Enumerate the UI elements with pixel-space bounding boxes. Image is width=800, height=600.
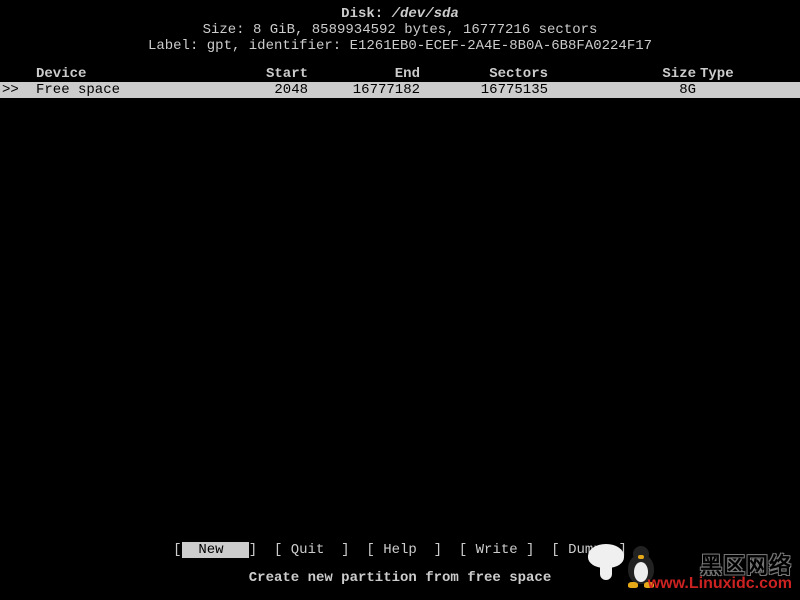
- col-header-type: Type: [696, 66, 744, 82]
- disk-label-line: Label: gpt, identifier: E1261EB0-ECEF-2A…: [0, 38, 800, 54]
- col-header-end: End: [308, 66, 420, 82]
- menu-dump-label: Dump: [560, 542, 619, 558]
- menu-quit[interactable]: [ Quit ]: [274, 542, 350, 558]
- menu-new[interactable]: [ New ]: [173, 542, 257, 558]
- action-menu: [ New ] [ Quit ] [ Help ] [ Write ] [ Du…: [0, 542, 800, 558]
- status-line: Create new partition from free space: [0, 570, 800, 586]
- disk-size-line: Size: 8 GiB, 8589934592 bytes, 16777216 …: [0, 22, 800, 38]
- row-cells: Free space 2048 16777182 16775135 8G: [20, 82, 744, 98]
- menu-new-label: New: [182, 542, 249, 558]
- menu-help[interactable]: [ Help ]: [366, 542, 442, 558]
- cell-end: 16777182: [308, 82, 420, 98]
- cell-start: 2048: [188, 82, 308, 98]
- col-header-sectors: Sectors: [420, 66, 548, 82]
- partition-table-header: Device Start End Sectors Size Type: [0, 66, 800, 82]
- table-row[interactable]: >> Free space 2048 16777182 16775135 8G: [0, 82, 800, 98]
- cell-size: 8G: [548, 82, 696, 98]
- cell-type: [696, 82, 744, 98]
- cell-sectors: 16775135: [420, 82, 548, 98]
- col-header-device: Device: [36, 66, 188, 82]
- disk-header: Disk: /dev/sda Size: 8 GiB, 8589934592 b…: [0, 0, 800, 66]
- cell-device: Free space: [36, 82, 188, 98]
- col-header-size: Size: [548, 66, 696, 82]
- row-marker: >>: [0, 82, 20, 98]
- col-header-start: Start: [188, 66, 308, 82]
- menu-write-label: Write: [467, 542, 526, 558]
- disk-path: /dev/sda: [392, 6, 459, 22]
- menu-help-label: Help: [375, 542, 434, 558]
- disk-label: Disk:: [341, 6, 391, 22]
- menu-write[interactable]: [ Write ]: [459, 542, 535, 558]
- menu-dump[interactable]: [ Dump ]: [551, 542, 627, 558]
- menu-quit-label: Quit: [282, 542, 341, 558]
- disk-title: Disk: /dev/sda: [0, 6, 800, 22]
